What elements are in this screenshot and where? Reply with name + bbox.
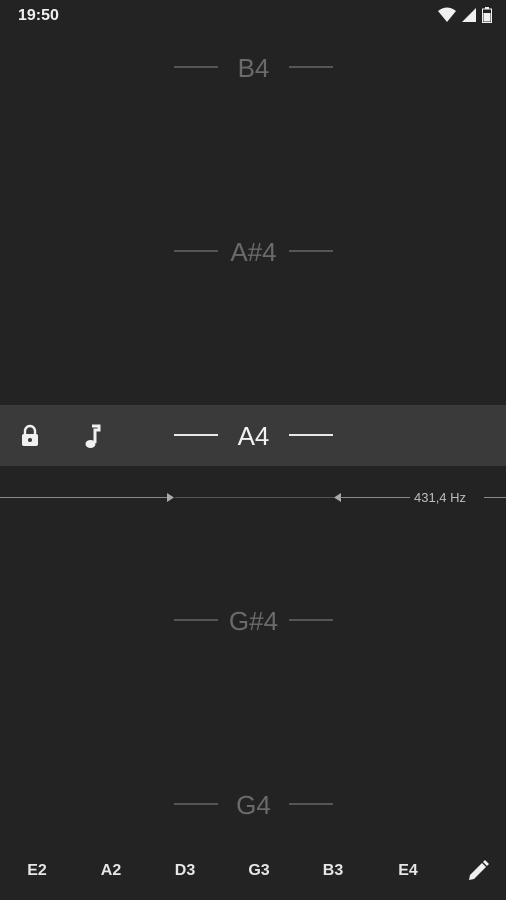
note-line-left <box>174 66 218 68</box>
note-line-right <box>289 803 333 805</box>
string-button-e2[interactable]: E2 <box>14 862 60 880</box>
current-note-band: A4 <box>0 405 506 466</box>
frequency-track-middle <box>175 497 335 498</box>
status-clock: 19:50 <box>18 7 59 24</box>
note-row-g-sharp-4: G#4 <box>0 600 506 640</box>
current-note-line-right <box>289 434 333 436</box>
note-label: A#4 <box>230 237 277 267</box>
note-row-a-sharp-4: A#4 <box>0 231 506 271</box>
string-button-e4[interactable]: E4 <box>385 862 431 880</box>
note-line-right <box>289 619 333 621</box>
note-label: G4 <box>236 790 271 820</box>
music-note-icon[interactable] <box>80 424 104 450</box>
string-button-a2[interactable]: A2 <box>88 862 134 880</box>
note-line-left <box>174 619 218 621</box>
status-icons <box>438 7 492 23</box>
frequency-track-right <box>340 497 410 498</box>
status-bar: 19:50 <box>0 0 506 32</box>
string-button-d3[interactable]: D3 <box>162 862 208 880</box>
current-note-label: A4 <box>237 421 270 451</box>
note-row-g4: G4 <box>0 784 506 824</box>
frequency-track-left <box>0 497 170 498</box>
battery-icon <box>482 7 492 23</box>
note-line-right <box>289 250 333 252</box>
pencil-icon[interactable] <box>466 859 490 883</box>
string-button-b3[interactable]: B3 <box>310 862 356 880</box>
string-selector-bar: E2 A2 D3 G3 B3 E4 <box>0 850 506 894</box>
note-row-b4: B4 <box>0 47 506 87</box>
note-line-right <box>289 66 333 68</box>
frequency-track-end <box>484 497 506 498</box>
frequency-readout: 431,4 Hz <box>414 490 467 505</box>
frequency-indicator: 431,4 Hz <box>0 489 506 507</box>
wifi-icon <box>438 7 456 22</box>
lock-icon[interactable] <box>18 424 42 448</box>
string-button-g3[interactable]: G3 <box>236 862 282 880</box>
note-label: B4 <box>237 53 270 83</box>
arrow-right-marker-icon <box>167 493 174 502</box>
note-label: G#4 <box>228 606 279 636</box>
current-note-line-left <box>174 434 218 436</box>
note-line-left <box>174 803 218 805</box>
note-line-left <box>174 250 218 252</box>
signal-icon <box>462 8 476 22</box>
